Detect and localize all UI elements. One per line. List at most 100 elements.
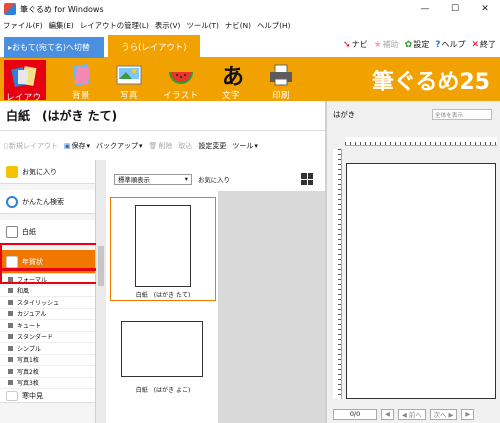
menu-tools[interactable]: ツール(T) bbox=[186, 20, 218, 31]
sub-casual[interactable]: カジュアル bbox=[0, 308, 95, 320]
menu-view[interactable]: 表示(V) bbox=[155, 20, 181, 31]
sub-photo1[interactable]: 写真1枚 bbox=[0, 354, 95, 366]
tab-layout-side[interactable]: うら(レイアウト) bbox=[108, 35, 200, 58]
sub-label: シンプル bbox=[17, 345, 41, 353]
zoom-select[interactable]: 全体を表示 bbox=[432, 109, 492, 120]
page-counter: 0/0 bbox=[333, 408, 377, 420]
sub-label: スタイリッシュ bbox=[17, 299, 60, 307]
menu-file[interactable]: ファイル(F) bbox=[3, 20, 43, 31]
bullet-icon bbox=[8, 288, 13, 294]
template-filter-bar: 標準順表示 ▾ お気に入り bbox=[106, 171, 325, 187]
sub-photo2[interactable]: 写真2枚 bbox=[0, 366, 95, 378]
import-button[interactable]: 取込 bbox=[178, 141, 192, 151]
ribbon-layout-button[interactable]: レイアウト bbox=[4, 60, 46, 114]
last-page-button[interactable]: ▶ bbox=[461, 408, 475, 420]
category-label: 白紙 bbox=[22, 227, 36, 236]
ribbon-text-button[interactable]: あ 文字 bbox=[210, 60, 252, 100]
new-layout-button[interactable]: ▯ 新規レイアウト bbox=[4, 141, 58, 151]
template-thumbnail bbox=[121, 321, 203, 377]
tools-menu-label: ツール bbox=[232, 142, 254, 150]
trash-icon: 🗑 bbox=[148, 142, 158, 150]
ribbon-photo-button[interactable]: 写真 bbox=[108, 60, 150, 100]
grid-view-icon[interactable] bbox=[301, 173, 313, 185]
scroll-thumb[interactable] bbox=[98, 246, 104, 286]
ribbon-photo-label: 写真 bbox=[120, 90, 138, 100]
category-easy-search[interactable]: かんたん検索 bbox=[0, 190, 95, 214]
background-icon bbox=[66, 62, 96, 88]
settings-button[interactable]: ✿ 設定 bbox=[405, 39, 430, 50]
sub-photo3[interactable]: 写真3枚 bbox=[0, 377, 95, 389]
sidebar-scrollbar[interactable] bbox=[96, 160, 106, 423]
sub-stylish[interactable]: スタイリッシュ bbox=[0, 297, 95, 309]
help-label: ヘルプ bbox=[441, 40, 466, 49]
close-button[interactable]: ✕ bbox=[470, 0, 500, 18]
sub-cute[interactable]: キュート bbox=[0, 320, 95, 332]
import-label: 取込 bbox=[178, 142, 193, 150]
settings-change-button[interactable]: 設定変更 bbox=[198, 141, 226, 151]
menu-navi[interactable]: ナビ(N) bbox=[225, 20, 251, 31]
gear-icon: ✿ bbox=[404, 39, 413, 50]
window-title: 筆ぐるめ for Windows bbox=[20, 4, 104, 14]
tools-menu-button[interactable]: ツール ▾ bbox=[232, 141, 258, 151]
category-favorites[interactable]: お気に入り bbox=[0, 160, 95, 184]
minimize-button[interactable]: — bbox=[410, 0, 440, 18]
bullet-icon bbox=[8, 322, 13, 328]
navi-arrow-icon: ➘ bbox=[343, 39, 351, 50]
first-page-button[interactable]: ◀ bbox=[381, 408, 394, 420]
backup-button[interactable]: バックアップ ▾ bbox=[96, 141, 143, 151]
ribbon-print-button[interactable]: 印刷 bbox=[260, 60, 302, 100]
bullet-icon bbox=[8, 380, 13, 386]
settings-label: 設定 bbox=[413, 40, 430, 49]
delete-label: 削除 bbox=[158, 142, 173, 150]
category-label: お気に入り bbox=[22, 167, 57, 176]
preview-nav-bar: 0/0 ◀ ◀ 前へ 次へ ▶ ▶ bbox=[327, 405, 500, 423]
ribbon-illust-label: イラスト bbox=[163, 90, 199, 100]
help-button[interactable]: ? ヘルプ bbox=[435, 39, 465, 50]
delete-button[interactable]: 🗑 削除 bbox=[149, 141, 173, 151]
sub-label: 写真2枚 bbox=[17, 368, 39, 376]
bullet-icon bbox=[8, 334, 13, 340]
tab-address-side[interactable]: ▸おもて(宛て名)へ切替 bbox=[4, 37, 104, 58]
save-button[interactable]: ▣ 保存 ▾ bbox=[64, 141, 90, 151]
new-layout-icon: ▯ bbox=[4, 142, 8, 150]
sort-select[interactable]: 標準順表示 ▾ bbox=[114, 173, 192, 185]
ribbon-print-label: 印刷 bbox=[272, 90, 290, 100]
exit-button[interactable]: ✕ 終了 bbox=[471, 39, 496, 50]
navi-button[interactable]: ➘ ナビ bbox=[343, 39, 368, 50]
bullet-icon bbox=[8, 299, 13, 305]
menu-help[interactable]: ヘルプ(H) bbox=[257, 20, 291, 31]
chevron-down-icon: ▾ bbox=[184, 175, 188, 183]
category-label: 寒中見 bbox=[22, 391, 43, 400]
template-card[interactable]: 白紙 (はがき たて) bbox=[110, 197, 216, 301]
chevron-down-icon: ▾ bbox=[139, 142, 143, 150]
exit-label: 終了 bbox=[480, 40, 496, 49]
ribbon-background-button[interactable]: 背景 bbox=[60, 60, 102, 100]
template-thumbnail bbox=[135, 205, 191, 287]
new-layout-label: 新規レイアウト bbox=[8, 142, 58, 150]
photo-icon bbox=[114, 62, 144, 88]
template-caption: 白紙 (はがき たて) bbox=[135, 292, 191, 299]
ribbon-illust-button[interactable]: イラスト bbox=[160, 60, 202, 100]
sub-label: カジュアル bbox=[17, 311, 47, 319]
category-blank[interactable]: 白紙 bbox=[0, 220, 95, 244]
ribbon-text-label: 文字 bbox=[222, 90, 240, 100]
category-label: かんたん検索 bbox=[22, 197, 64, 206]
category-kanchu[interactable]: 寒中見 bbox=[0, 389, 95, 403]
assist-button[interactable]: ★ 補助 bbox=[374, 39, 399, 50]
menu-layout-manage[interactable]: レイアウトの管理(L) bbox=[80, 20, 149, 31]
bullet-icon bbox=[8, 311, 13, 317]
prev-page-button[interactable]: ◀ 前へ bbox=[397, 408, 426, 420]
navi-label: ナビ bbox=[351, 40, 368, 49]
sub-standard[interactable]: スタンダード bbox=[0, 331, 95, 343]
sub-label: 写真1枚 bbox=[17, 357, 39, 365]
layout-toolbar: ▯ 新規レイアウト ▣ 保存 ▾ バックアップ ▾ 🗑 削除 取込 設定変更 ツ… bbox=[0, 138, 325, 154]
sub-wafu[interactable]: 和風 bbox=[0, 285, 95, 297]
brush-character-icon: あ bbox=[216, 62, 246, 90]
sub-simple[interactable]: シンプル bbox=[0, 343, 95, 355]
printer-icon bbox=[266, 62, 296, 88]
maximize-button[interactable]: ☐ bbox=[440, 0, 470, 18]
template-card[interactable]: 白紙 (はがき よこ) bbox=[110, 313, 216, 417]
menu-edit[interactable]: 編集(E) bbox=[49, 20, 74, 31]
next-page-button[interactable]: 次へ ▶ bbox=[429, 408, 458, 420]
favorites-filter[interactable]: お気に入り bbox=[198, 175, 230, 184]
